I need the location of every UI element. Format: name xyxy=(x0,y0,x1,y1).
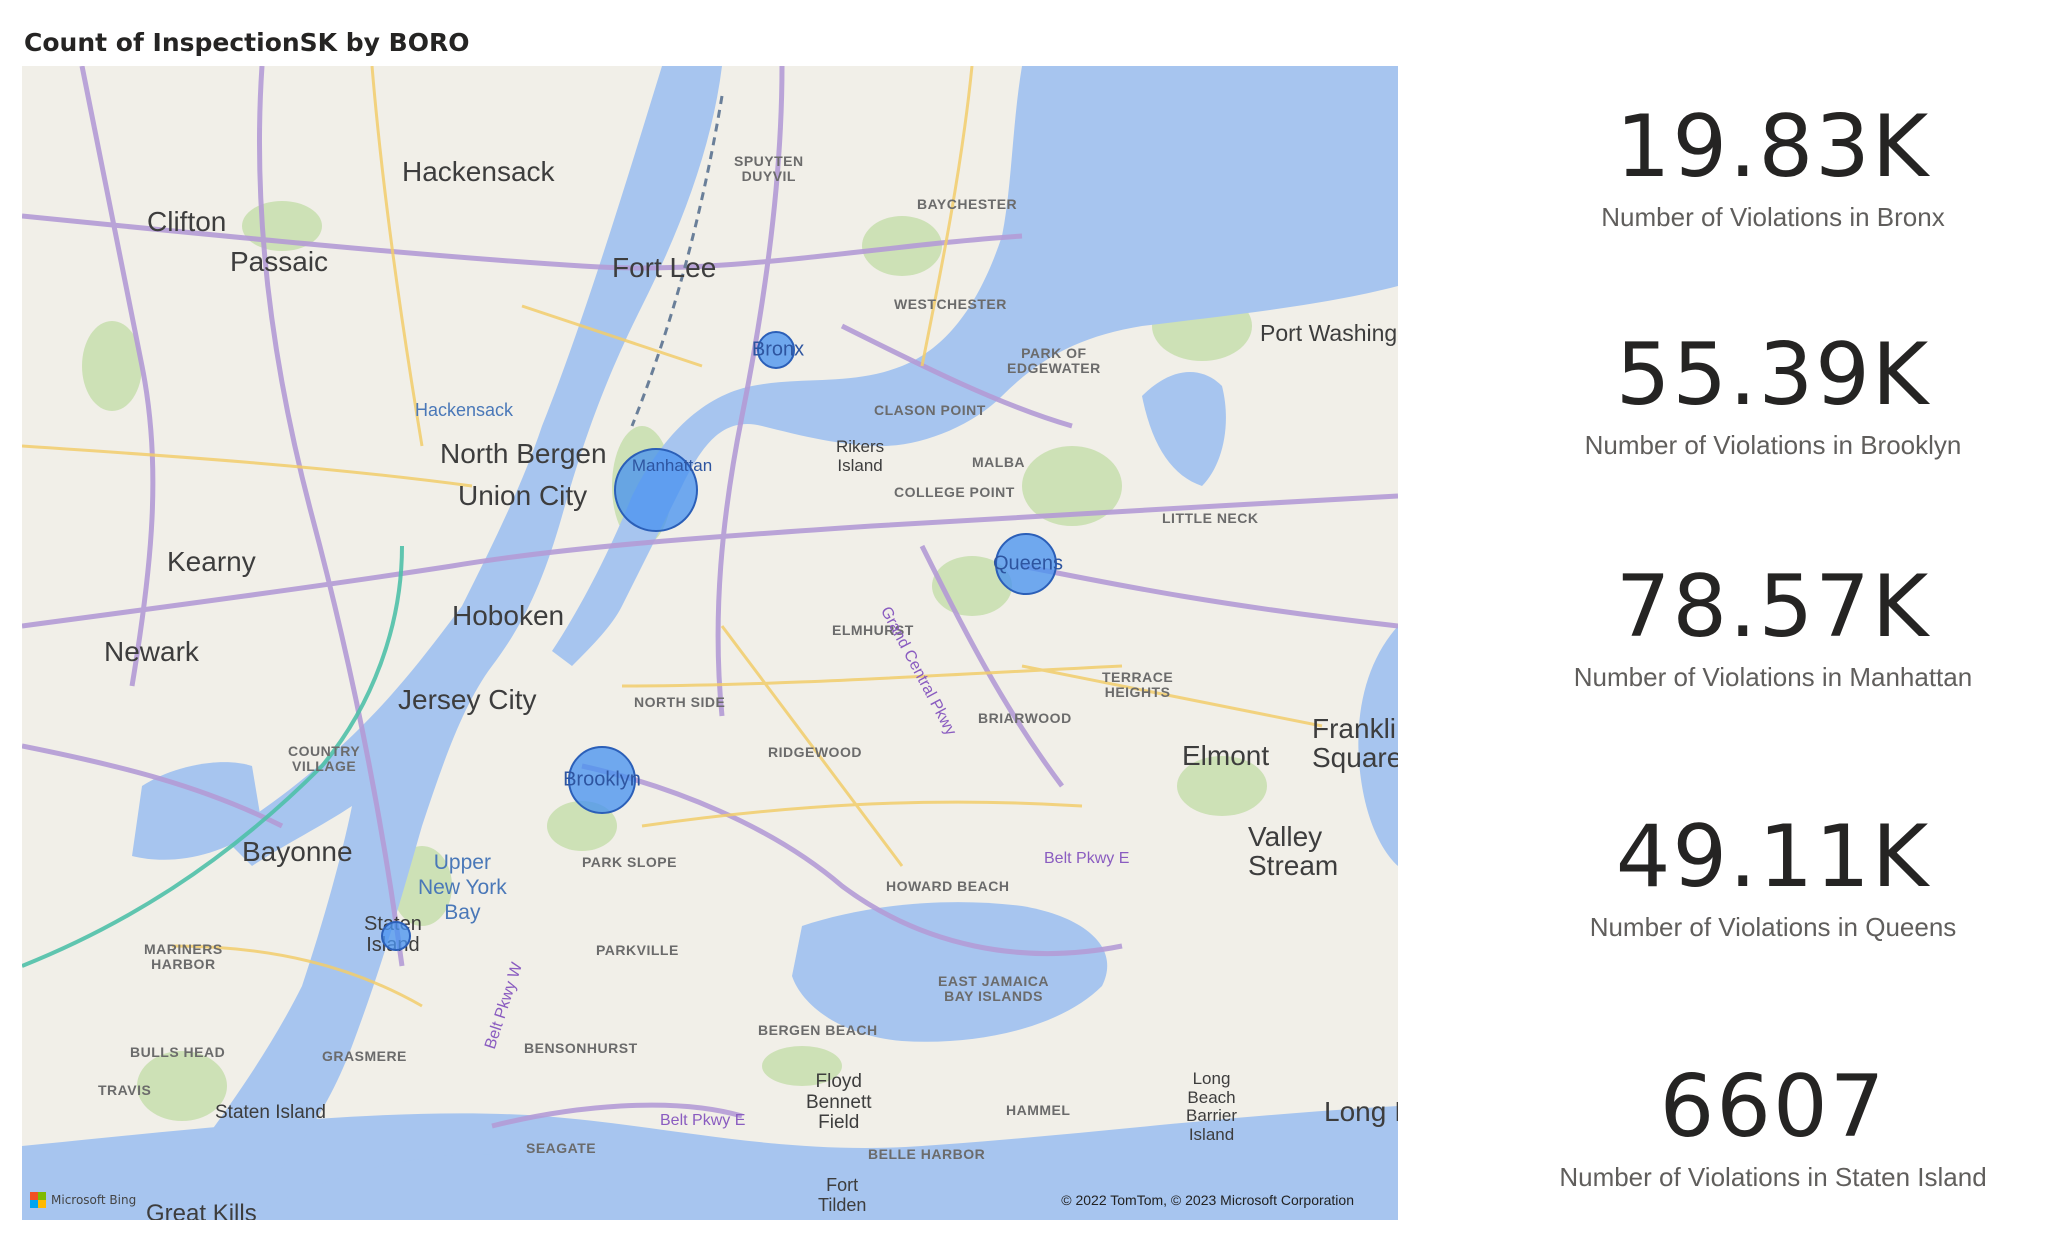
label-upper-ny-bay: Upper New York Bay xyxy=(418,851,507,925)
bubble-map[interactable]: Hackensack Clifton Passaic Fort Lee Nort… xyxy=(22,66,1398,1220)
label-mariners-harbor: MARINERS HARBOR xyxy=(144,941,223,973)
label-park-of-edgewater: PARK OF EDGEWATER xyxy=(1007,345,1101,377)
label-belt-pkwy-e2: Belt Pkwy E xyxy=(660,1112,746,1129)
label-belle-harbor: BELLE HARBOR xyxy=(868,1146,986,1162)
label-little-neck: LITTLE NECK xyxy=(1162,510,1259,526)
label-terrace-heights: TERRACE HEIGHTS xyxy=(1102,669,1174,701)
label-fort-tilden: Fort Tilden xyxy=(818,1175,867,1215)
label-travis: TRAVIS xyxy=(98,1082,152,1098)
label-newark: Newark xyxy=(104,636,199,667)
label-malba: MALBA xyxy=(972,454,1026,470)
label-country-village: COUNTRY VILLAGE xyxy=(288,743,361,775)
label-east-jamaica-bay: EAST JAMAICA BAY ISLANDS xyxy=(938,973,1050,1005)
label-belt-pkwy-e: Belt Pkwy E xyxy=(1044,850,1130,867)
card-brooklyn[interactable]: 55.39K Number of Violations in Brooklyn xyxy=(1500,332,2046,461)
label-hackensack-river: Hackensack xyxy=(415,400,514,420)
label-park-slope: PARK SLOPE xyxy=(582,854,677,870)
card-value-staten-island: 6607 xyxy=(1659,1057,1887,1157)
card-manhattan[interactable]: 78.57K Number of Violations in Manhattan xyxy=(1500,564,2046,693)
bing-logo-text: Microsoft Bing xyxy=(51,1193,137,1207)
label-rikers-island: Rikers Island xyxy=(836,437,885,475)
label-union-city: Union City xyxy=(458,480,588,511)
label-north-bergen: North Bergen xyxy=(440,438,607,469)
bubble-label-bronx: Bronx xyxy=(751,338,805,361)
label-grasmere: GRASMERE xyxy=(322,1048,407,1064)
card-label-brooklyn: Number of Violations in Brooklyn xyxy=(1584,430,1962,460)
label-parkville: PARKVILLE xyxy=(596,942,679,958)
bubble-label-manhattan: Manhattan xyxy=(631,456,713,475)
label-spuyten-duyvil: SPUYTEN DUYVIL xyxy=(734,153,804,185)
label-valley-stream: Valley Stream xyxy=(1248,821,1339,882)
card-value-bronx: 19.83K xyxy=(1615,97,1931,197)
bing-logo: Microsoft Bing xyxy=(30,1192,136,1208)
label-passaic: Passaic xyxy=(230,246,329,277)
label-howard-beach: HOWARD BEACH xyxy=(886,878,1010,894)
card-queens[interactable]: 49.11K Number of Violations in Queens xyxy=(1500,814,2046,943)
label-floyd-bennett: Floyd Bennett Field xyxy=(806,1071,872,1134)
label-hackensack: Hackensack xyxy=(402,156,555,187)
label-ridgewood: RIDGEWOOD xyxy=(768,744,862,760)
card-bronx[interactable]: 19.83K Number of Violations in Bronx xyxy=(1500,104,2046,233)
map-basemap[interactable] xyxy=(22,66,1398,1220)
label-bayonne: Bayonne xyxy=(242,836,353,867)
label-jersey-city: Jersey City xyxy=(398,684,537,715)
label-north-side: NORTH SIDE xyxy=(634,694,726,710)
label-great-kills: Great Kills xyxy=(146,1200,257,1220)
label-college-point: COLLEGE POINT xyxy=(894,484,1015,500)
label-seagate: SEAGATE xyxy=(526,1140,597,1156)
card-label-staten-island: Number of Violations in Staten Island xyxy=(1559,1162,1987,1192)
card-value-manhattan: 78.57K xyxy=(1615,557,1931,657)
label-bensonhurst: BENSONHURST xyxy=(524,1040,638,1056)
card-value-queens: 49.11K xyxy=(1615,807,1931,907)
label-kearny: Kearny xyxy=(167,546,256,577)
label-briarwood: BRIARWOOD xyxy=(978,710,1072,726)
microsoft-logo-icon xyxy=(30,1192,46,1208)
card-value-brooklyn: 55.39K xyxy=(1615,325,1931,425)
label-clason-point: CLASON POINT xyxy=(874,402,986,418)
label-clifton: Clifton xyxy=(147,206,227,237)
label-long-beach: Long I xyxy=(1324,1096,1398,1127)
label-port-washington: Port Washing xyxy=(1260,320,1398,346)
label-westchester: WESTCHESTER xyxy=(894,296,1007,312)
label-franklin-square: Frankli Square xyxy=(1312,713,1398,774)
label-elmont: Elmont xyxy=(1182,740,1270,771)
card-label-bronx: Number of Violations in Bronx xyxy=(1601,202,1945,232)
map-attribution: © 2022 TomTom, © 2023 Microsoft Corporat… xyxy=(1061,1192,1354,1208)
label-fort-lee: Fort Lee xyxy=(612,252,717,283)
label-baychester: BAYCHESTER xyxy=(917,196,1018,212)
visual-title: Count of InspectionSK by BORO xyxy=(24,28,470,57)
label-bulls-head: BULLS HEAD xyxy=(130,1044,226,1060)
card-staten-island[interactable]: 6607 Number of Violations in Staten Isla… xyxy=(1500,1064,2046,1193)
label-bergen-beach: BERGEN BEACH xyxy=(758,1022,878,1038)
card-label-queens: Number of Violations in Queens xyxy=(1589,912,1957,942)
kpi-cards: 19.83K Number of Violations in Bronx 55.… xyxy=(1500,0,2046,1237)
label-hammel: HAMMEL xyxy=(1006,1102,1071,1118)
bubble-staten-island[interactable] xyxy=(381,921,411,951)
bubble-label-queens: Queens xyxy=(992,552,1064,575)
card-label-manhattan: Number of Violations in Manhattan xyxy=(1573,662,1973,692)
label-staten-island: Staten Island xyxy=(215,1102,326,1123)
label-long-beach-barrier: Long Beach Barrier Island xyxy=(1186,1069,1238,1145)
label-hoboken: Hoboken xyxy=(452,600,565,631)
bubble-label-brooklyn: Brooklyn xyxy=(563,768,641,791)
